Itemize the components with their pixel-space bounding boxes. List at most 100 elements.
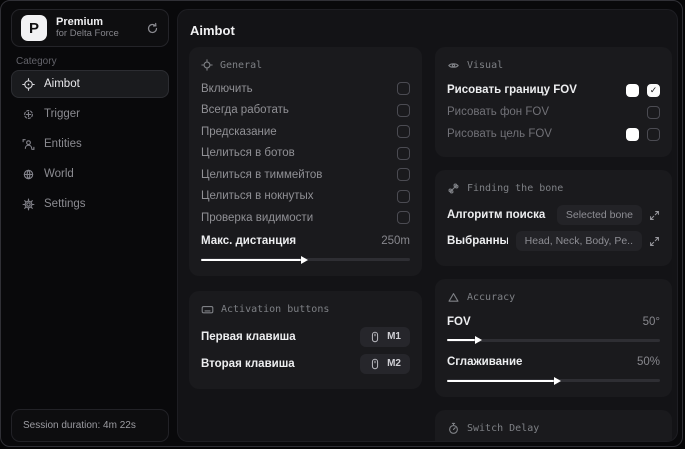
- selected-bones-row: Выбранные кос Head, Neck, Body, Pe..: [447, 228, 660, 254]
- panel-general: General Включить Всегда работать Предска…: [189, 47, 422, 276]
- target-bots-checkbox[interactable]: [397, 146, 410, 160]
- panel-switch-delay: Switch Delay Задержка переключения Задер…: [435, 410, 672, 441]
- bone-algorithm-row: Алгоритм поиска кост Selected bone: [447, 202, 660, 228]
- slider-fill: [201, 258, 302, 261]
- premium-subtitle: for Delta Force: [56, 27, 119, 39]
- sidebar-item-settings[interactable]: Settings: [11, 190, 169, 218]
- panel-header-label: Switch Delay: [467, 423, 540, 434]
- fov-border-controls: [626, 83, 660, 97]
- sidebar-item-label: Entities: [44, 138, 82, 150]
- keybind-value: M1: [387, 331, 401, 342]
- entities-icon: [22, 138, 35, 151]
- draw-fov-target-checkbox[interactable]: [647, 127, 660, 141]
- fov-target-controls: [626, 127, 660, 141]
- panel-header-label: Finding the bone: [467, 183, 564, 194]
- settings-gear-icon: [22, 198, 35, 211]
- sidebar-item-aimbot[interactable]: Aimbot: [11, 70, 169, 98]
- second-key-bind-button[interactable]: M2: [360, 353, 410, 374]
- bone-icon: [447, 182, 460, 195]
- fov-value: 50°: [642, 315, 660, 328]
- bone-algorithm-control: Selected bone: [556, 205, 660, 225]
- setting-row-visibility-check: Проверка видимости: [201, 207, 410, 229]
- eye-icon: [447, 59, 460, 72]
- setting-label: Целиться в нокнутых: [201, 190, 314, 203]
- target-teammates-checkbox[interactable]: [397, 168, 410, 182]
- selected-bones-select[interactable]: Head, Neck, Body, Pe..: [515, 231, 642, 251]
- fov-label: FOV: [447, 315, 471, 328]
- draw-fov-background-row: Рисовать фон FOV: [447, 101, 660, 123]
- app-window: P Premium for Delta Force Category Aimbo…: [0, 0, 683, 447]
- panel-accuracy: Accuracy FOV 50° Сглаживание 50%: [435, 279, 672, 397]
- fov-row: FOV 50°: [447, 311, 660, 333]
- right-column: Visual Рисовать границу FOV Рисовать фон…: [435, 47, 672, 441]
- panel-general-header: General: [201, 59, 410, 71]
- left-column: General Включить Всегда работать Предска…: [189, 47, 422, 441]
- always-work-checkbox[interactable]: [397, 103, 410, 117]
- slider-fill: [447, 339, 475, 341]
- smoothing-value: 50%: [636, 356, 660, 369]
- setting-row-target-bots: Целиться в ботов: [201, 143, 410, 165]
- prediction-checkbox[interactable]: [397, 125, 410, 139]
- category-label: Category: [16, 56, 57, 67]
- smoothing-row: Сглаживание 50%: [447, 352, 660, 374]
- sidebar-item-entities[interactable]: Entities: [11, 130, 169, 158]
- visibility-check-checkbox[interactable]: [397, 211, 410, 225]
- enable-checkbox[interactable]: [397, 82, 410, 96]
- panel-accuracy-header: Accuracy: [447, 291, 660, 304]
- sidebar-item-label: Trigger: [44, 108, 80, 120]
- sidebar-item-label: Aimbot: [44, 78, 80, 90]
- premium-logo: P: [21, 15, 47, 41]
- max-distance-label: Макс. дистанция: [201, 235, 297, 248]
- smoothing-slider[interactable]: [447, 376, 660, 385]
- setting-row-target-knocked: Целиться в нокнутых: [201, 186, 410, 208]
- sidebar-item-label: World: [44, 168, 74, 180]
- sidebar-menu: Aimbot Trigger Entities World Settings: [11, 70, 169, 218]
- draw-fov-border-checkbox[interactable]: [647, 83, 660, 97]
- fov-slider[interactable]: [447, 336, 660, 345]
- draw-fov-background-checkbox[interactable]: [647, 105, 660, 119]
- panel-header-label: Visual: [467, 60, 504, 71]
- bone-algorithm-label: Алгоритм поиска кост: [447, 209, 549, 221]
- draw-fov-target-label: Рисовать цель FOV: [447, 128, 552, 140]
- panel-activation-header: Activation buttons: [201, 303, 410, 316]
- expand-icon[interactable]: [649, 236, 660, 247]
- sync-icon[interactable]: [146, 22, 159, 35]
- max-distance-row: Макс. дистанция 250m: [201, 231, 410, 253]
- selected-bones-control: Head, Neck, Body, Pe..: [515, 231, 660, 251]
- max-distance-slider[interactable]: [201, 255, 410, 264]
- premium-text: Premium for Delta Force: [56, 16, 137, 40]
- sidebar: P Premium for Delta Force Category Aimbo…: [1, 1, 176, 446]
- keyboard-icon: [201, 303, 214, 316]
- second-key-row: Вторая клавиша M2: [201, 350, 410, 377]
- sidebar-item-trigger[interactable]: Trigger: [11, 100, 169, 128]
- panel-visual-header: Visual: [447, 59, 660, 72]
- target-knocked-checkbox[interactable]: [397, 189, 410, 203]
- sidebar-item-world[interactable]: World: [11, 160, 169, 188]
- setting-label: Целиться в тиммейтов: [201, 168, 323, 181]
- selected-bones-label: Выбранные кос: [447, 235, 508, 247]
- first-key-row: Первая клавиша M1: [201, 323, 410, 350]
- world-globe-icon: [22, 168, 35, 181]
- session-duration: Session duration: 4m 22s: [11, 409, 169, 442]
- panel-header-label: General: [220, 59, 263, 71]
- sidebar-item-label: Settings: [44, 198, 86, 210]
- first-key-bind-button[interactable]: M1: [360, 326, 410, 347]
- trigger-icon: [22, 108, 35, 121]
- second-key-label: Вторая клавиша: [201, 357, 295, 370]
- page-title: Aimbot: [190, 23, 235, 38]
- session-duration-text: Session duration: 4m 22s: [23, 420, 136, 431]
- draw-fov-border-row: Рисовать границу FOV: [447, 79, 660, 101]
- bone-algorithm-select[interactable]: Selected bone: [556, 205, 642, 225]
- triangle-icon: [447, 291, 460, 304]
- panel-finding-bone: Finding the bone Алгоритм поиска кост Se…: [435, 170, 672, 266]
- main-panel: Aimbot General Включить Всегда работать …: [177, 9, 678, 442]
- panel-activation-buttons: Activation buttons Первая клавиша M1 Вто…: [189, 291, 422, 389]
- premium-card: P Premium for Delta Force: [11, 9, 169, 47]
- fov-target-color-swatch[interactable]: [626, 127, 639, 141]
- slider-fill: [447, 379, 554, 382]
- mouse-icon: [369, 331, 381, 343]
- fov-border-color-swatch[interactable]: [626, 83, 639, 97]
- expand-icon[interactable]: [649, 210, 660, 221]
- mouse-icon: [369, 358, 381, 370]
- setting-row-enable: Включить: [201, 78, 410, 100]
